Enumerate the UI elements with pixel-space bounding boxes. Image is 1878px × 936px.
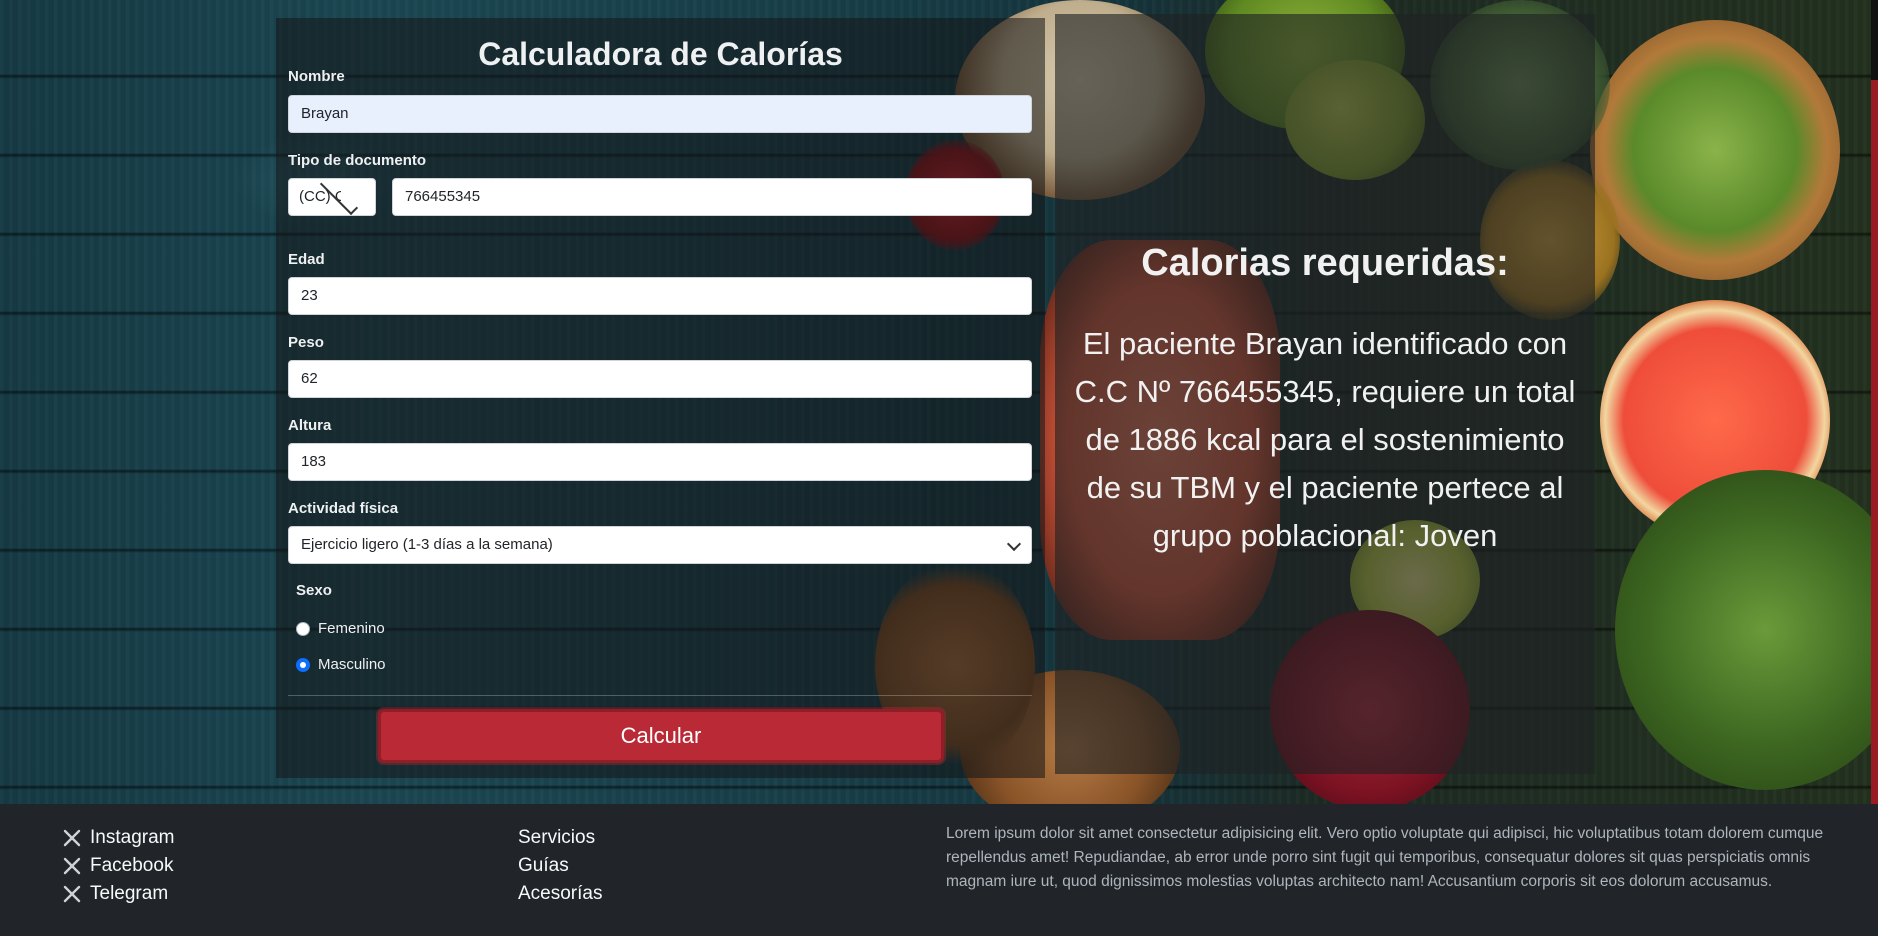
activity-value: Ejercicio ligero (1-3 días a la semana) bbox=[301, 536, 553, 553]
social-label-facebook: Facebook bbox=[90, 855, 174, 876]
form-title: Calculadora de Calorías bbox=[478, 36, 843, 72]
name-input[interactable]: Brayan bbox=[288, 95, 1032, 133]
page-scrollbar[interactable] bbox=[1871, 0, 1878, 804]
social-link-facebook[interactable]: Facebook bbox=[62, 852, 174, 880]
chevron-down-icon bbox=[1006, 536, 1022, 552]
radio-button-unchecked[interactable] bbox=[296, 621, 310, 636]
footer: Instagram Facebook Telegram Servicios Gu… bbox=[0, 804, 1878, 936]
weight-label: Peso bbox=[288, 334, 324, 351]
doc-number-input[interactable]: 766455345 bbox=[392, 178, 1032, 216]
result-title: Calorias requeridas: bbox=[1141, 242, 1509, 284]
x-icon bbox=[63, 885, 81, 903]
result-text: El paciente Brayan identificado con C.C … bbox=[1074, 326, 1576, 553]
footer-links: Servicios Guías Acesorías bbox=[518, 824, 602, 908]
radio-masculino[interactable]: Masculino bbox=[296, 656, 386, 673]
footer-link-guias[interactable]: Guías bbox=[518, 852, 602, 880]
footer-link-acesorias[interactable]: Acesorías bbox=[518, 880, 602, 908]
radio-button-checked[interactable] bbox=[296, 657, 310, 672]
result-panel: Calorias requeridas: El paciente Brayan … bbox=[1055, 14, 1595, 774]
scrollbar-thumb[interactable] bbox=[1871, 80, 1878, 804]
footer-link-servicios[interactable]: Servicios bbox=[518, 824, 602, 852]
social-links: Instagram Facebook Telegram bbox=[62, 824, 174, 908]
weight-input[interactable]: 62 bbox=[288, 360, 1032, 398]
social-link-instagram[interactable]: Instagram bbox=[62, 824, 174, 852]
social-label-instagram: Instagram bbox=[90, 827, 175, 848]
social-label-telegram: Telegram bbox=[90, 883, 169, 904]
radio-label-masculino: Masculino bbox=[318, 656, 386, 673]
activity-label: Actividad física bbox=[288, 500, 399, 517]
form-divider bbox=[288, 695, 1032, 696]
height-label: Altura bbox=[288, 417, 332, 434]
x-icon bbox=[63, 857, 81, 875]
doc-type-label: Tipo de documento bbox=[288, 152, 427, 169]
activity-select[interactable]: Ejercicio ligero (1-3 días a la semana) bbox=[288, 526, 1032, 564]
age-label: Edad bbox=[288, 251, 325, 268]
social-link-telegram[interactable]: Telegram bbox=[62, 880, 174, 908]
calculate-button[interactable]: Calcular bbox=[378, 709, 944, 763]
calorie-form-card: Calculadora de Calorías Nombre Brayan Ti… bbox=[276, 18, 1045, 778]
doc-type-select[interactable]: (CC) C bbox=[288, 178, 376, 216]
sex-label: Sexo bbox=[296, 582, 332, 599]
x-icon bbox=[63, 829, 81, 847]
radio-label-femenino: Femenino bbox=[318, 620, 385, 637]
height-input[interactable]: 183 bbox=[288, 443, 1032, 481]
radio-femenino[interactable]: Femenino bbox=[296, 620, 385, 637]
name-label: Nombre bbox=[288, 68, 345, 85]
age-input[interactable]: 23 bbox=[288, 277, 1032, 315]
footer-description: Lorem ipsum dolor sit amet consectetur a… bbox=[946, 825, 1824, 890]
